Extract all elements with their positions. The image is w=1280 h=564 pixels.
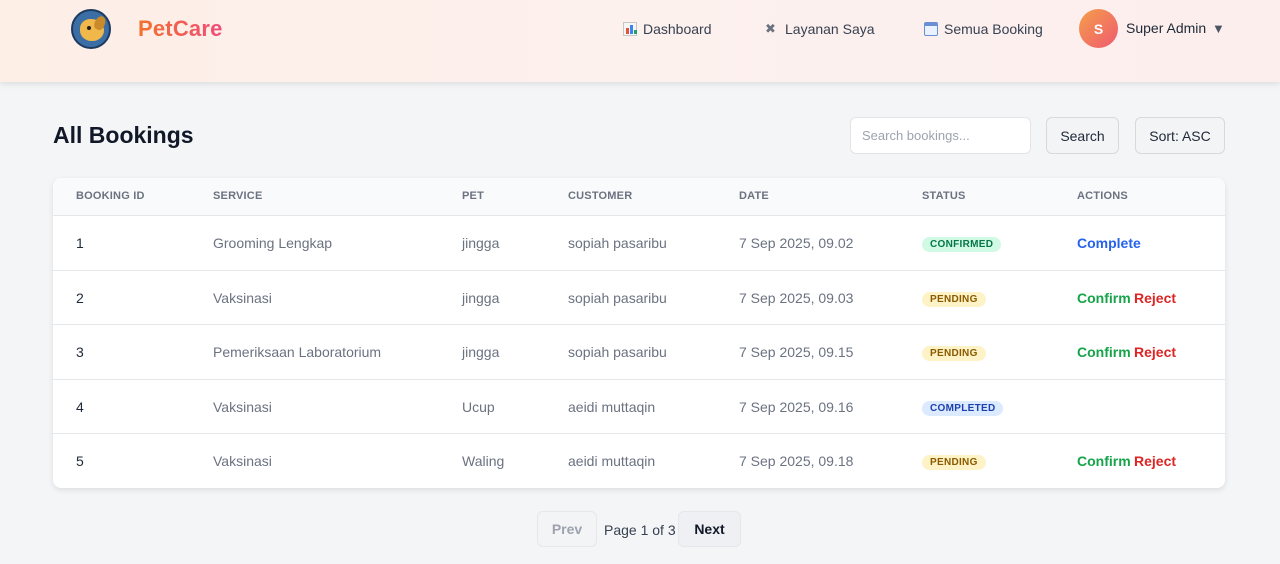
nav-label: Semua Booking: [944, 21, 1043, 37]
status-badge: PENDING: [922, 455, 986, 470]
prev-page-button: Prev: [537, 511, 597, 547]
header-date: DATE: [739, 190, 769, 202]
cell-service: Pemeriksaan Laboratorium: [213, 344, 382, 360]
cell-customer: aeidi muttaqin: [568, 398, 656, 415]
header-status: STATUS: [922, 190, 966, 202]
table-row: 4 Vaksinasi Ucup aeidi muttaqin 7 Sep 20…: [53, 380, 1225, 434]
cell-customer: sopiah pasaribu: [568, 235, 667, 251]
nav-semua-booking[interactable]: Semua Booking: [924, 20, 1043, 38]
cell-pet: jingga: [462, 289, 500, 306]
cell-date: 7 Sep 2025, 09.02: [739, 235, 854, 251]
cell-booking-id: 3: [76, 344, 84, 360]
header-pet: PET: [462, 190, 484, 202]
header-booking-id: BOOKING ID: [76, 190, 145, 202]
cell-service: Vaksinasi: [213, 398, 272, 415]
nav-label: Dashboard: [643, 21, 712, 37]
header-actions: ACTIONS: [1077, 190, 1128, 202]
header-service: SERVICE: [213, 190, 263, 202]
confirm-button[interactable]: Confirm: [1077, 344, 1131, 360]
page-title: All Bookings: [53, 122, 194, 148]
cell-customer: aeidi muttaqin: [568, 453, 656, 469]
brand-name[interactable]: PetCare: [138, 16, 223, 42]
next-page-button[interactable]: Next: [678, 511, 741, 547]
chevron-down-icon[interactable]: ▼: [1212, 21, 1225, 36]
nav-label: Layanan Saya: [785, 21, 875, 37]
tools-icon: ✖: [765, 21, 776, 36]
cell-booking-id: 2: [76, 289, 84, 306]
cell-pet: Ucup: [462, 398, 495, 415]
sort-button[interactable]: Sort: ASC: [1135, 117, 1225, 154]
reject-button[interactable]: Reject: [1134, 344, 1176, 360]
top-navbar: PetCare Dashboard ✖ Layanan Saya Semua B…: [0, 0, 1280, 82]
header-customer: CUSTOMER: [568, 190, 633, 202]
cell-booking-id: 4: [76, 398, 84, 415]
confirm-button[interactable]: Confirm: [1077, 290, 1131, 306]
table-row: 1 Grooming Lengkap jingga sopiah pasarib…: [53, 216, 1225, 271]
table-row: 5 Vaksinasi Waling aeidi muttaqin 7 Sep …: [53, 434, 1225, 488]
complete-button[interactable]: Complete: [1077, 235, 1141, 251]
nav-layanan-saya[interactable]: ✖ Layanan Saya: [765, 20, 875, 38]
page-indicator: Page 1 of 3: [604, 522, 676, 538]
cell-pet: jingga: [462, 235, 500, 251]
user-avatar[interactable]: S: [1079, 9, 1118, 48]
cell-customer: sopiah pasaribu: [568, 289, 667, 306]
user-menu-name[interactable]: Super Admin: [1126, 20, 1206, 36]
cell-customer: sopiah pasaribu: [568, 344, 667, 360]
status-badge: PENDING: [922, 346, 986, 361]
confirm-button[interactable]: Confirm: [1077, 453, 1131, 469]
reject-button[interactable]: Reject: [1134, 290, 1176, 306]
bookings-table: BOOKING ID SERVICE PET CUSTOMER DATE STA…: [53, 178, 1225, 488]
cell-pet: jingga: [462, 344, 500, 360]
cell-date: 7 Sep 2025, 09.03: [739, 289, 854, 306]
cell-booking-id: 1: [76, 235, 84, 251]
cell-service: Vaksinasi: [213, 289, 272, 306]
petcare-logo-icon[interactable]: [71, 9, 111, 49]
status-badge: PENDING: [922, 291, 986, 307]
cell-pet: Waling: [462, 453, 505, 469]
cell-date: 7 Sep 2025, 09.18: [739, 453, 854, 469]
calendar-icon: [924, 22, 938, 36]
bar-chart-icon: [623, 22, 637, 36]
nav-dashboard[interactable]: Dashboard: [623, 20, 712, 38]
cell-service: Vaksinasi: [213, 453, 272, 469]
cell-date: 7 Sep 2025, 09.15: [739, 344, 854, 360]
table-row: 2 Vaksinasi jingga sopiah pasaribu 7 Sep…: [53, 271, 1225, 325]
cell-service: Grooming Lengkap: [213, 235, 333, 251]
status-badge: CONFIRMED: [922, 237, 1002, 252]
status-badge: COMPLETED: [922, 400, 1004, 416]
search-input[interactable]: [850, 117, 1031, 154]
cell-date: 7 Sep 2025, 09.16: [739, 398, 854, 415]
cell-booking-id: 5: [76, 453, 84, 469]
table-header: BOOKING ID SERVICE PET CUSTOMER DATE STA…: [53, 178, 1225, 216]
reject-button[interactable]: Reject: [1134, 453, 1176, 469]
table-row: 3 Pemeriksaan Laboratorium jingga sopiah…: [53, 325, 1225, 380]
search-button[interactable]: Search: [1046, 117, 1119, 154]
